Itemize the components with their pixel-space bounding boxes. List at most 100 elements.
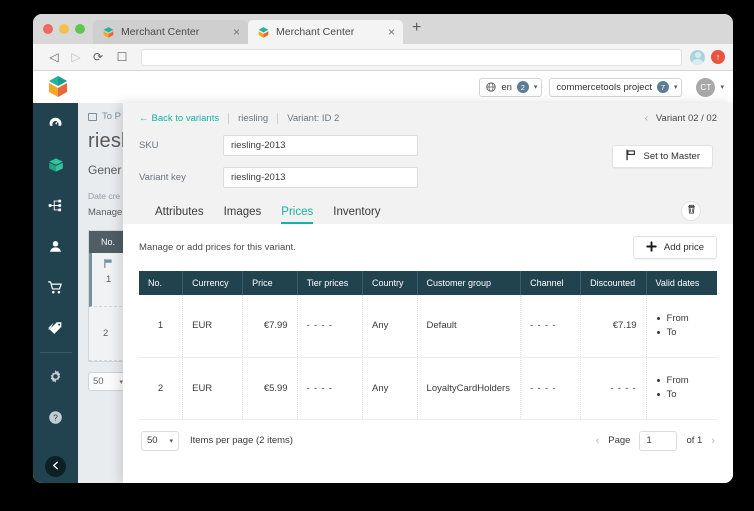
chevron-down-icon: ▾ [169,437,173,445]
breadcrumb-divider [277,113,279,124]
page-label: Page [608,435,631,446]
language-selector[interactable]: en 2 ▾ [479,77,543,97]
cell-tier-prices: - - - - [297,357,364,420]
variant-details-modal: ← Back to variants riesling Variant: ID … [123,103,733,483]
sidebar-item-orders[interactable] [33,267,78,308]
trash-icon [686,202,697,220]
prices-table: No. Currency Price Tier prices Country C… [139,271,717,420]
cell-channel: - - - - [520,295,582,358]
set-master-wrapper: Set to Master [611,124,718,188]
bookmark-icon[interactable]: ☐ [109,50,135,64]
per-page-value: 50 [93,376,104,387]
sidebar-item-categories[interactable] [33,185,78,226]
tab-attributes[interactable]: Attributes [155,206,204,224]
cell-channel: - - - - [520,357,582,420]
flag-icon [625,149,637,164]
cell-discounted: - - - - [580,357,647,420]
sidebar-item-discounts[interactable] [33,308,78,349]
table-row[interactable]: 2 EUR €5.99 - - - - Any LoyaltyCardHolde… [139,357,717,420]
forward-icon[interactable]: ▷ [65,50,87,64]
prices-panel: Manage or add prices for this variant. A… [123,224,733,483]
project-selector-label: commercetools project [556,81,652,93]
language-count-badge: 2 [516,81,529,93]
sidebar-item-settings[interactable] [33,356,78,397]
breadcrumb-label: To P [102,111,122,122]
row-number: 2 [103,328,109,339]
svg-text:?: ? [53,413,58,423]
profile-avatar-icon[interactable] [690,49,705,65]
previous-page-button[interactable]: ‹ [596,435,600,447]
tab-images[interactable]: Images [224,206,262,224]
commercetools-icon [102,26,115,39]
variant-key-input[interactable]: riesling-2013 [223,167,418,188]
cell-price: €7.99 [242,295,298,358]
col-no: No. [139,271,184,295]
cell-country: Any [362,357,418,420]
pagination-controls: ‹ Page 1 of 1 › [596,430,715,451]
back-to-variants-link[interactable]: ← Back to variants [139,113,219,124]
reload-icon[interactable]: ⟳ [87,50,109,64]
breadcrumb-variant: Variant: ID 2 [287,113,340,124]
user-menu[interactable]: CT ▾ [696,77,724,97]
delete-variant-button[interactable] [681,201,701,221]
col-currency: Currency [182,271,244,295]
valid-from: From [656,312,708,326]
background-per-page-select[interactable]: 50 ▾ [88,372,128,391]
main-sidebar: ? [33,71,78,483]
cell-customer-group: Default [417,295,522,358]
sidebar-item-products[interactable] [33,144,78,185]
cell-customer-group: LoyaltyCardHolders [417,357,522,420]
browser-tab-1[interactable]: Merchant Center × [93,20,248,44]
back-icon[interactable]: ◁ [43,50,65,64]
cell-discounted: €7.19 [580,295,647,358]
sidebar-item-dashboard[interactable] [33,103,78,144]
row-number: 1 [106,274,112,285]
table-row[interactable]: 1 EUR €7.99 - - - - Any Default - - - - … [139,295,717,358]
cell-country: Any [362,295,418,358]
flag-icon [103,258,114,272]
browser-tab-title: Merchant Center [276,26,355,38]
commercetools-logo[interactable] [47,75,69,99]
sidebar-item-customers[interactable] [33,226,78,267]
page-number-input[interactable]: 1 [639,430,678,451]
prices-table-header-row: No. Currency Price Tier prices Country C… [139,271,717,295]
address-bar[interactable] [141,48,682,66]
total-pages-label: of 1 [686,435,703,446]
col-tier-prices: Tier prices [297,271,364,295]
project-selector[interactable]: commercetools project 7 ▾ [549,77,683,97]
cell-no: 1 [139,295,184,358]
add-price-button[interactable]: Add price [632,236,717,259]
tab-prices[interactable]: Prices [281,206,313,224]
close-tab-icon[interactable]: × [231,26,242,38]
set-to-master-button[interactable]: Set to Master [611,144,713,168]
modal-tabs: Attributes Images Prices Inventory [139,201,717,224]
list-icon [88,112,97,121]
person-icon [47,238,64,255]
tab-inventory[interactable]: Inventory [333,206,380,224]
extension-icon[interactable]: ↑ [711,50,725,64]
valid-dates-list: From To [656,312,708,340]
cell-price: €5.99 [242,357,298,420]
close-window-button[interactable] [43,24,53,34]
browser-tab-2[interactable]: Merchant Center × [248,20,403,44]
globe-icon [486,82,496,92]
chevron-left-icon[interactable]: ‹ [645,113,648,124]
prices-description: Manage or add prices for this variant. [139,242,296,253]
valid-to: To [656,326,708,340]
new-tab-button[interactable]: + [403,20,429,38]
next-page-button[interactable]: › [711,435,715,447]
sidebar-item-support[interactable]: ? [33,397,78,438]
language-selector-label: en [501,81,512,93]
chevron-down-icon: ▾ [533,84,538,91]
chevron-down-icon: ▾ [720,84,724,91]
close-tab-icon[interactable]: × [386,26,397,38]
breadcrumb-product[interactable]: riesling [238,113,268,124]
sidebar-collapse-button[interactable] [45,456,66,477]
per-page-select[interactable]: 50 ▾ [141,430,179,451]
minimize-window-button[interactable] [59,24,69,34]
sku-input[interactable]: riesling-2013 [223,135,418,156]
col-discounted: Discounted [580,271,647,295]
maximize-window-button[interactable] [75,24,85,34]
cell-no: 2 [139,357,184,420]
variant-key-label: Variant key [139,172,186,183]
